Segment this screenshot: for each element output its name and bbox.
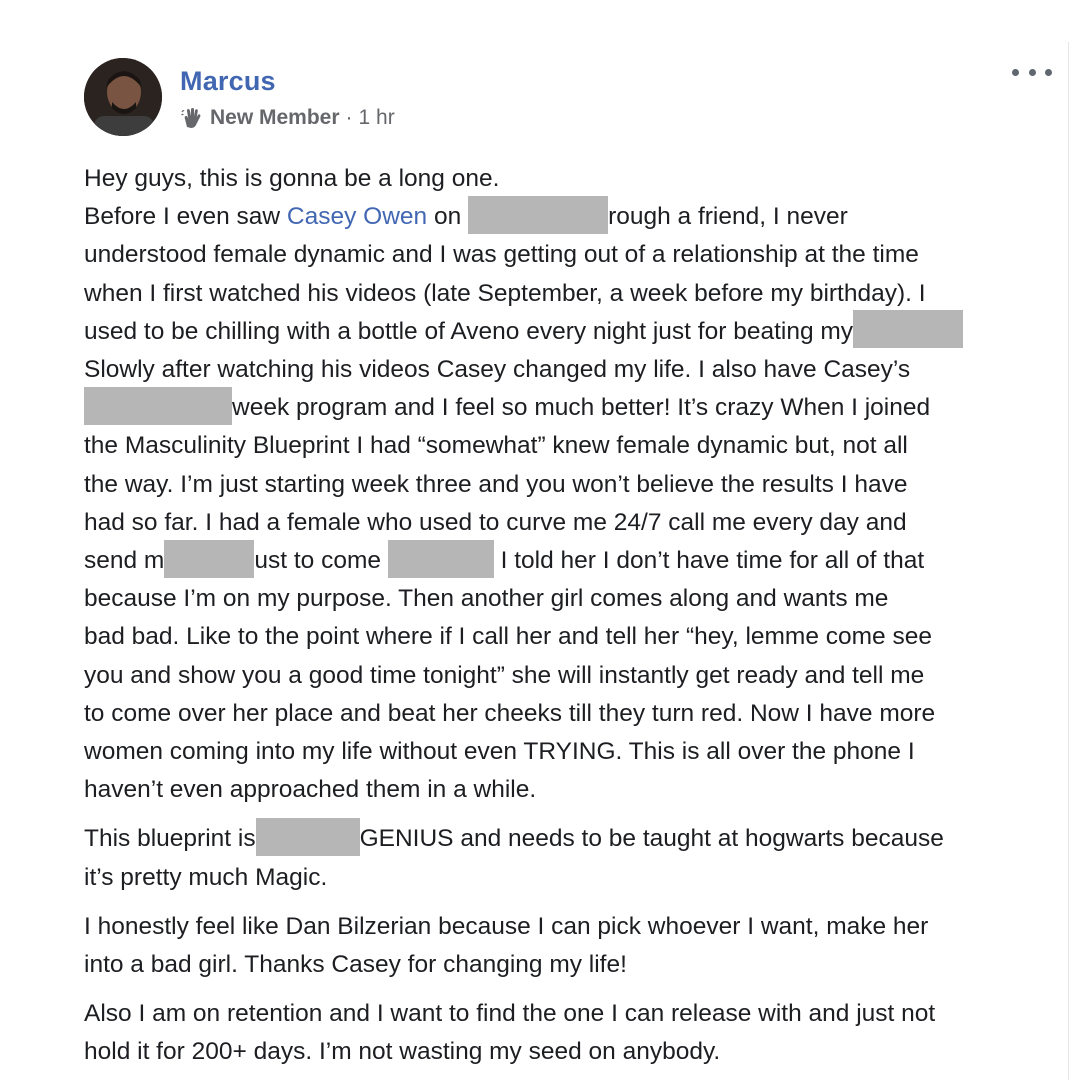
- post-paragraph: I honestly feel like Dan Bilzerian becau…: [84, 908, 1054, 984]
- post-line: it’s pretty much Magic.: [84, 863, 328, 891]
- redaction-box: [84, 386, 232, 425]
- avatar-photo: [84, 58, 162, 136]
- post-line: send m ust to come I told her I don’t hav…: [84, 539, 1054, 580]
- post-line: had so far. I had a female who used to c…: [84, 508, 907, 536]
- redaction-box: [164, 539, 255, 578]
- post-paragraph: Also I am on retention and I want to fin…: [84, 995, 1054, 1071]
- post-line: Also I am on retention and I want to fin…: [84, 1000, 936, 1028]
- post-paragraph: Hey guys, this is gonna be a long one. B…: [84, 160, 1054, 809]
- post-line: bad bad. Like to the point where if I ca…: [84, 623, 932, 651]
- avatar[interactable]: [84, 58, 162, 136]
- redaction-box: [387, 539, 494, 578]
- post-body: Hey guys, this is gonna be a long one. B…: [84, 160, 1054, 1083]
- post-line: when I first watched his videos (late Se…: [84, 279, 926, 307]
- post-line: Before I even saw Casey Owen on rough a …: [84, 195, 1054, 236]
- post-line: used to be chilling with a bottle of Ave…: [84, 310, 1054, 351]
- post-line: because I’m on my purpose. Then another …: [84, 585, 889, 613]
- post-line: you and show you a good time tonight” sh…: [84, 661, 925, 689]
- post-time[interactable]: 1 hr: [359, 106, 395, 130]
- more-options-icon[interactable]: [1012, 60, 1052, 84]
- post-line: Hey guys, this is gonna be a long one.: [84, 165, 500, 192]
- post-line: This blueprint is GENIUS and needs to be …: [84, 817, 1054, 858]
- post-line: Slowly after watching his videos Casey c…: [84, 356, 911, 384]
- redaction-box: [853, 310, 964, 349]
- meta-separator: ·: [345, 106, 353, 129]
- post-line: the Masculinity Blueprint I had “somewha…: [84, 432, 908, 460]
- post-meta: New Member · 1 hr: [180, 106, 395, 130]
- post-line: the way. I’m just starting week three an…: [84, 470, 908, 498]
- post-line: into a bad girl. Thanks Casey for changi…: [84, 951, 627, 979]
- post-line: understood female dynamic and I was gett…: [84, 241, 919, 269]
- member-role: New Member: [210, 106, 340, 129]
- post-line: haven’t even approached them in a while.: [84, 776, 537, 804]
- post-line: I honestly feel like Dan Bilzerian becau…: [84, 912, 929, 940]
- post-line: to come over her place and beat her chee…: [84, 699, 936, 727]
- author-name[interactable]: Marcus: [180, 66, 276, 97]
- redaction-box: [468, 195, 609, 234]
- redaction-box: [255, 817, 360, 856]
- post-paragraph: This blueprint is GENIUS and needs to be …: [84, 817, 1054, 896]
- post-line: week program and I feel so much better! …: [84, 386, 1054, 427]
- post-line: hold it for 200+ days. I’m not wasting m…: [84, 1038, 721, 1066]
- wave-icon: [180, 106, 204, 130]
- mention-link[interactable]: Casey Owen: [287, 203, 427, 230]
- post-card: Marcus New Member · 1 hr Hey guys, this …: [68, 42, 1069, 1080]
- post-line: women coming into my life without even T…: [84, 738, 915, 766]
